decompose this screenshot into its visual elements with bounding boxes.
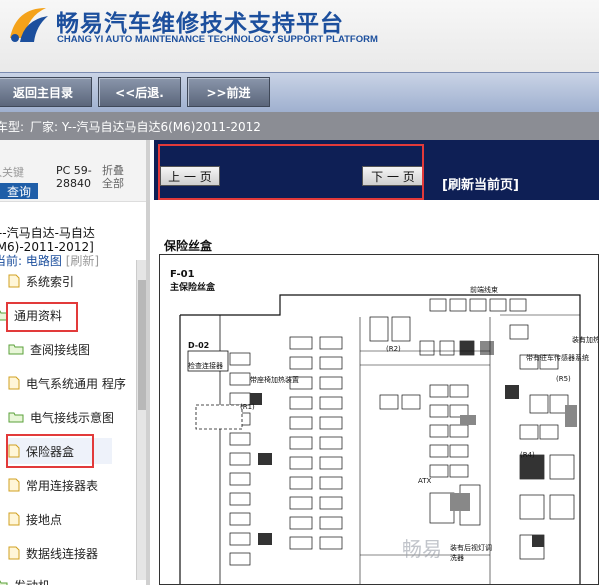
highlight-box-fuse-box (6, 434, 94, 468)
label-washer: 洗器 (450, 554, 464, 562)
connector-label: 检查连接器 (188, 362, 223, 370)
logo-icon (10, 8, 48, 42)
current-section: 当前: 电路图 [刷新] (0, 252, 99, 269)
pc-code: PC 59-28840 (56, 164, 92, 190)
label-heater: 装有加热 (572, 336, 599, 344)
watermark: 畅易 (402, 537, 442, 561)
label-front-harness: 前端线束 (470, 286, 498, 294)
label-r4: (R4) (520, 451, 535, 459)
tree-item-label: 电气系统通用 程序 (26, 376, 126, 391)
fuse-box-drawing (179, 294, 581, 584)
folder-icon (0, 580, 8, 585)
site-subtitle: CHANG YI AUTO MAINTENANCE TECHNOLOGY SUP… (57, 34, 378, 45)
label-rear-lamp: 装有后视灯调 (450, 544, 492, 552)
tree-item-label: 常用连接器表 (26, 478, 99, 493)
label-r2: (R2) (386, 345, 401, 353)
tree-item-wiring-diagram[interactable]: 电气接线示意图 (8, 404, 114, 430)
sidebar-scroll-thumb[interactable] (138, 280, 146, 410)
tree-item-system-index[interactable]: 系统索引 (8, 268, 74, 294)
tree-item-label: 电气接线示意图 (30, 410, 115, 425)
search-row: 输入关键 查询 PC 59-28840 折叠全部 (0, 140, 146, 202)
collapse-all-link[interactable]: 折叠全部 (102, 164, 128, 190)
back-button[interactable]: <<后退. (98, 77, 181, 107)
tree-item-label: 接地点 (26, 512, 63, 527)
forward-button[interactable]: >>前进 (187, 77, 270, 107)
tree-item-wiring-lookup[interactable]: 查阅接线图 (8, 336, 90, 362)
breadcrumb: 车型: 厂家: Y--汽马自达马自达6(M6)2011-2012 (0, 112, 599, 140)
refresh-page-link[interactable]: [刷新当前页] (442, 174, 519, 193)
main-content: 上 一 页 下 一 页 [刷新当前页] 保险丝盒 F-01 主保险丝盒 D-02… (154, 140, 599, 585)
vehicle-name: Y--汽马自达-马自达 (M6)-2011-2012] (0, 226, 95, 254)
doc-icon (8, 274, 20, 288)
label-parking-sensor: 带有驻车传感器系统 (526, 354, 589, 362)
doc-icon (8, 376, 20, 390)
site-title: 畅易汽车维修技术支持平台 (56, 11, 344, 37)
sidebar: 输入关键 查询 PC 59-28840 折叠全部 Y--汽马自达-马自达 (M6… (0, 140, 150, 585)
tree-item-label: 数据线连接器 (26, 546, 99, 561)
header: 畅易汽车维修技术支持平台 CHANG YI AUTO MAINTENANCE T… (0, 0, 599, 72)
tree-item-label: 发动机 (14, 577, 50, 585)
refresh-link[interactable]: [刷新] (66, 254, 99, 268)
tree-item-electrical-general[interactable]: 电气系统通用 程序 (8, 370, 126, 396)
folder-icon (8, 344, 24, 355)
back-to-main-button[interactable]: 返回主目录 (0, 77, 92, 107)
connector-code: D-02 (188, 341, 210, 350)
label-r1: (R1) (240, 403, 255, 411)
breadcrumb-label: 车型: (0, 119, 25, 134)
nav-bar: 返回主目录 <<后退. >>前进 (0, 72, 599, 112)
highlight-box-pager (158, 144, 424, 200)
tree-item-engine[interactable]: 发动机 (0, 572, 50, 585)
search-input[interactable]: 输入关键 (0, 164, 40, 179)
tree-item-label: 系统索引 (26, 274, 75, 289)
label-r5: (R5) (556, 375, 571, 383)
label-atx: ATX (418, 477, 432, 485)
doc-icon (8, 478, 20, 492)
doc-icon (8, 512, 20, 526)
tree-item-connector-table[interactable]: 常用连接器表 (8, 472, 98, 498)
tree-item-ground-points[interactable]: 接地点 (8, 506, 62, 532)
breadcrumb-text: 厂家: Y--汽马自达马自达6(M6)2011-2012 (30, 119, 261, 134)
label-seat-heater: 带座椅加热装置 (250, 376, 299, 384)
sidebar-scrollbar[interactable] (136, 260, 146, 580)
doc-icon (8, 546, 20, 560)
search-button[interactable]: 查询 (0, 183, 38, 199)
folder-icon (8, 412, 24, 423)
vehicle-line-1: Y--汽马自达-马自达 (0, 226, 95, 240)
current-label: 当前: 电路图 (0, 254, 62, 268)
highlight-box-general-info (6, 302, 78, 332)
fuse-box-diagram: F-01 主保险丝盒 D-02 检查连接器 带座椅加热装置 前端线束 (R1) … (159, 254, 599, 585)
tree-item-data-connector[interactable]: 数据线连接器 (8, 540, 98, 566)
tree-item-label: 查阅接线图 (30, 342, 91, 357)
document-title: 保险丝盒 (164, 239, 213, 253)
